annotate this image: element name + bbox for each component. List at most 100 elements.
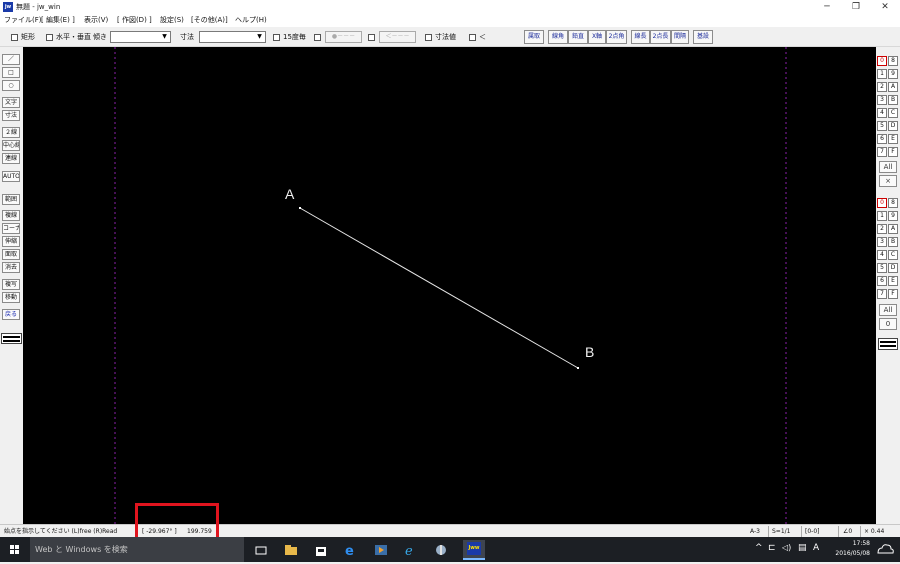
menu-settings[interactable]: 設定(S) [160, 15, 184, 26]
attr-get-button[interactable]: 属取 [524, 30, 544, 44]
layer-9[interactable]: 9 [888, 211, 898, 221]
scale-display[interactable]: S=1/1 [772, 526, 791, 537]
line-style-checkbox[interactable] [314, 34, 321, 41]
base-set-button[interactable]: 基設 [693, 30, 713, 44]
layer-b[interactable]: B [888, 237, 898, 247]
double-line-tool[interactable]: ２線 [2, 127, 20, 138]
layer-group-3[interactable]: 3 [877, 95, 887, 105]
layer-5[interactable]: 5 [877, 263, 887, 273]
layer-group-x-button[interactable]: × [879, 175, 897, 187]
ime-indicator[interactable]: A [813, 543, 819, 553]
line-angle-button[interactable]: 線角 [548, 30, 568, 44]
move-tool[interactable]: 移動 [2, 292, 20, 303]
layer-group-7[interactable]: 7 [877, 147, 887, 157]
network-icon[interactable]: ⊏ [768, 543, 776, 553]
layer-2[interactable]: 2 [877, 224, 887, 234]
layer-6[interactable]: 6 [877, 276, 887, 286]
zoom-display[interactable]: × 0.44 [864, 526, 884, 537]
layer-group-6[interactable]: 6 [877, 134, 887, 144]
line-tool[interactable]: ／ [2, 54, 20, 65]
drawing-canvas[interactable]: A B [23, 47, 876, 524]
menu-other[interactable]: [その他(A)] [191, 15, 228, 26]
internet-explorer-icon[interactable]: e [404, 543, 418, 559]
deg15-checkbox[interactable] [273, 34, 280, 41]
range-tool[interactable]: 範囲 [2, 194, 20, 205]
menu-view[interactable]: 表示(V) [84, 15, 108, 26]
layer-f[interactable]: F [888, 289, 898, 299]
rect-checkbox[interactable] [11, 34, 18, 41]
layer-group-d[interactable]: D [888, 121, 898, 131]
dim-combo[interactable]: ▼ [199, 31, 266, 43]
layer-0[interactable]: 0 [877, 198, 887, 208]
arrow-style-checkbox[interactable] [368, 34, 375, 41]
edge-icon[interactable]: e [344, 543, 358, 559]
layer-group-b[interactable]: B [888, 95, 898, 105]
line-weight-selector-right[interactable] [878, 338, 898, 350]
dimension-tool[interactable]: 寸法 [2, 110, 20, 121]
arrow-style-button[interactable]: ＜－－－ [379, 31, 416, 43]
text-tool[interactable]: 文字 [2, 97, 20, 108]
start-button[interactable] [0, 537, 30, 562]
menu-file[interactable]: ファイル(F) [4, 15, 42, 26]
app-tool-icon[interactable] [434, 543, 448, 557]
task-view-icon[interactable] [254, 543, 268, 557]
layer-group-e[interactable]: E [888, 134, 898, 144]
undo-tool[interactable]: 戻る [2, 309, 20, 320]
continuous-line-tool[interactable]: 連線 [2, 153, 20, 164]
jw-win-taskbar-button[interactable]: Jww [463, 540, 485, 560]
extend-tool[interactable]: 伸縮 [2, 236, 20, 247]
clock[interactable]: 17:58 2016/05/08 [835, 539, 870, 559]
chevron-up-icon[interactable]: ^ [755, 543, 763, 553]
layer-all-button[interactable]: All [879, 304, 897, 316]
layer-group-a[interactable]: A [888, 82, 898, 92]
centerline-tool[interactable]: 中心線 [2, 140, 20, 151]
layer-3[interactable]: 3 [877, 237, 887, 247]
chevron-down-icon[interactable]: ▼ [160, 33, 169, 41]
corner-tool[interactable]: コーナー [2, 223, 20, 234]
interval-button[interactable]: 間隔 [671, 30, 689, 44]
two-point-length-button[interactable]: 2点長 [650, 30, 671, 44]
action-center-icon[interactable] [875, 541, 895, 559]
layer-8[interactable]: 8 [888, 198, 898, 208]
media-player-icon[interactable] [374, 543, 388, 557]
erase-tool[interactable]: 消去 [2, 262, 20, 273]
angle-display[interactable]: ∠0 [843, 526, 852, 537]
vertical-button[interactable]: 鉛直 [568, 30, 588, 44]
layer-group-2[interactable]: 2 [877, 82, 887, 92]
menu-draw[interactable]: [ 作図(D) ] [117, 15, 152, 26]
maximize-button[interactable]: ❐ [841, 0, 871, 14]
circle-tool[interactable]: ○ [2, 80, 20, 91]
close-button[interactable]: ✕ [870, 0, 900, 14]
copy-tool[interactable]: 複写 [2, 279, 20, 290]
layer-group-all-button[interactable]: All [879, 161, 897, 173]
paper-size[interactable]: A-3 [750, 526, 760, 537]
offset-tool[interactable]: 複線 [2, 210, 20, 221]
minimize-button[interactable]: ─ [812, 0, 842, 14]
chamfer-tool[interactable]: 面取 [2, 249, 20, 260]
layer-group-4[interactable]: 4 [877, 108, 887, 118]
layer-group-9[interactable]: 9 [888, 69, 898, 79]
layer-group-5[interactable]: 5 [877, 121, 887, 131]
notification-icon[interactable]: ▤ [798, 543, 807, 553]
chevron-down-icon[interactable]: ▼ [255, 33, 264, 41]
layer-e[interactable]: E [888, 276, 898, 286]
hv-checkbox[interactable] [46, 34, 53, 41]
x-axis-button[interactable]: X軸 [588, 30, 606, 44]
layer-d[interactable]: D [888, 263, 898, 273]
layer-1[interactable]: 1 [877, 211, 887, 221]
arrow-checkbox[interactable] [469, 34, 476, 41]
layer-c[interactable]: C [888, 250, 898, 260]
two-point-angle-button[interactable]: 2点角 [606, 30, 627, 44]
layer-display[interactable]: [0-0] [805, 526, 819, 537]
dimvalue-checkbox[interactable] [425, 34, 432, 41]
layer-group-8[interactable]: 8 [888, 56, 898, 66]
rectangle-tool[interactable]: □ [2, 67, 20, 78]
volume-icon[interactable]: ◁) [782, 543, 791, 552]
auto-tool[interactable]: AUTO [2, 171, 20, 182]
layer-a[interactable]: A [888, 224, 898, 234]
menu-help[interactable]: ヘルプ(H) [235, 15, 267, 26]
layer-4[interactable]: 4 [877, 250, 887, 260]
layer-group-f[interactable]: F [888, 147, 898, 157]
line-style-button[interactable]: ●－－－ [325, 31, 362, 43]
layer-group-0[interactable]: 0 [877, 56, 887, 66]
